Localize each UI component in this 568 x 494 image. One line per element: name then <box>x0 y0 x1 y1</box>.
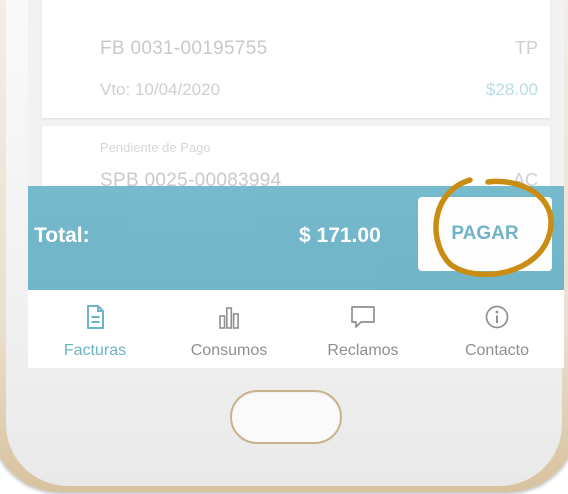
invoice-amount: $28.00 <box>486 80 538 99</box>
bar-chart-icon <box>219 307 239 329</box>
tab-reclamos[interactable]: Reclamos <box>296 290 430 368</box>
invoice-due-date: Vto: 10/04/2020 <box>100 80 221 99</box>
pay-button[interactable]: PAGAR <box>418 197 552 271</box>
app-screen: FB 0031-00195755 TP Vto: 10/04/2020 $28.… <box>28 0 564 368</box>
total-label: Total: <box>34 224 90 247</box>
invoice-card[interactable]: FB 0031-00195755 TP Vto: 10/04/2020 $28.… <box>42 0 550 118</box>
invoice-code: TP <box>514 38 538 58</box>
tab-label: Consumos <box>190 342 268 359</box>
pay-button-label: PAGAR <box>451 223 519 244</box>
tab-label: Facturas <box>63 342 127 359</box>
tab-label: Contacto <box>464 342 530 359</box>
chat-bubble-icon <box>351 306 375 328</box>
total-value: $ 171.00 <box>299 224 381 247</box>
tab-label: Reclamos <box>327 342 399 359</box>
bottom-tab-bar: Facturas Consumos Reclamos Contacto <box>28 290 564 368</box>
document-icon <box>87 305 104 329</box>
tab-contacto[interactable]: Contacto <box>430 290 564 368</box>
home-button[interactable] <box>230 390 342 444</box>
invoice-status: Pendiente de Pago <box>100 140 211 155</box>
tab-facturas[interactable]: Facturas <box>28 290 162 368</box>
info-icon <box>485 305 509 329</box>
total-bar: Total: $ 171.00 PAGAR <box>28 186 564 290</box>
tab-consumos[interactable]: Consumos <box>162 290 296 368</box>
invoice-number: FB 0031-00195755 <box>100 38 268 59</box>
